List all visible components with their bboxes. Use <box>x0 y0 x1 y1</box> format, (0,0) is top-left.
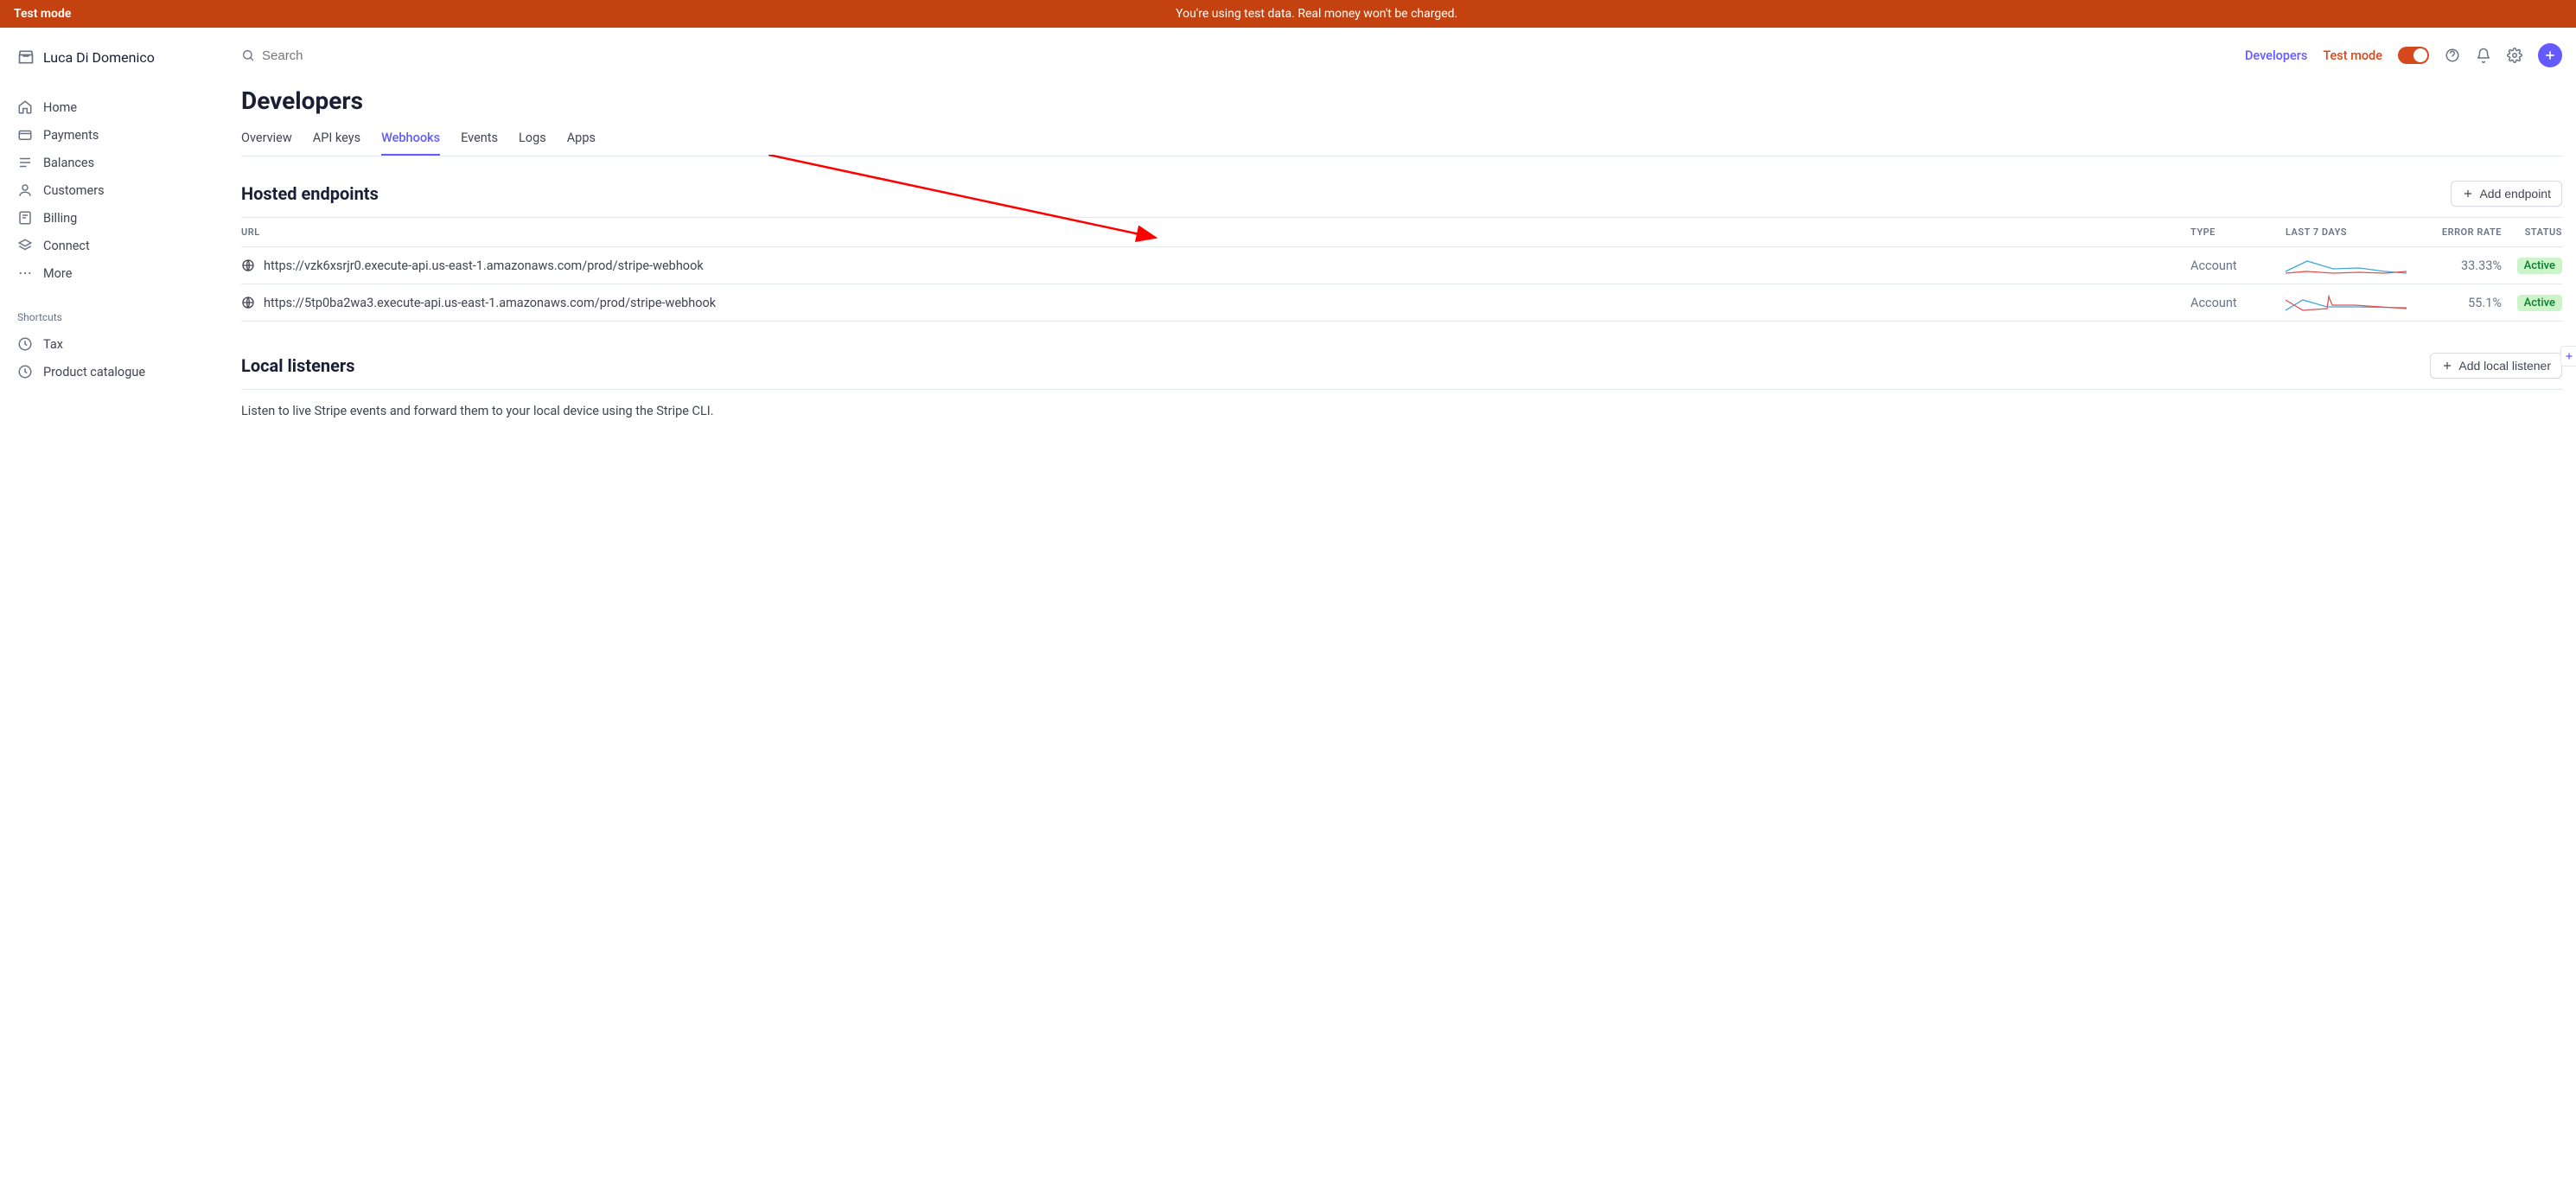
create-button[interactable] <box>2538 43 2562 67</box>
endpoint-url: https://vzk6xsrjr0.execute-api.us-east-1… <box>264 258 704 273</box>
sidebar-item-billing[interactable]: Billing <box>7 204 214 232</box>
banner-left: Test mode <box>14 7 71 21</box>
sidebar-item-payments[interactable]: Payments <box>7 121 214 149</box>
tabs: Overview API keys Webhooks Events Logs A… <box>241 122 2562 156</box>
tab-webhooks[interactable]: Webhooks <box>381 122 440 156</box>
globe-icon <box>241 296 255 309</box>
table-header: URL TYPE LAST 7 DAYS ERROR RATE STATUS <box>241 218 2562 247</box>
globe-icon <box>241 258 255 272</box>
col-status: STATUS <box>2502 226 2562 238</box>
hosted-endpoints-header: Hosted endpoints Add endpoint <box>241 181 2562 207</box>
table-row[interactable]: https://vzk6xsrjr0.execute-api.us-east-1… <box>241 247 2562 284</box>
sidebar-item-connect[interactable]: Connect <box>7 232 214 259</box>
tab-logs[interactable]: Logs <box>519 122 546 156</box>
sidebar-item-label: Tax <box>43 337 63 352</box>
sidebar-shortcut-product-catalogue[interactable]: Product catalogue <box>7 358 214 386</box>
developers-link[interactable]: Developers <box>2245 48 2307 63</box>
plus-icon <box>2462 188 2474 200</box>
sidebar-item-label: Payments <box>43 128 99 143</box>
add-endpoint-button[interactable]: Add endpoint <box>2451 181 2562 207</box>
tab-overview[interactable]: Overview <box>241 122 292 156</box>
sidebar-item-label: More <box>43 266 72 281</box>
home-icon <box>17 99 33 115</box>
sidebar-item-label: Connect <box>43 239 90 253</box>
button-label: Add endpoint <box>2479 187 2551 201</box>
page-title: Developers <box>241 86 2562 115</box>
local-listeners-header: Local listeners Add local listener <box>241 353 2562 379</box>
testmode-label: Test mode <box>2323 48 2382 63</box>
plus-icon <box>2441 360 2453 372</box>
endpoints-table: URL TYPE LAST 7 DAYS ERROR RATE STATUS h… <box>241 217 2562 322</box>
endpoint-type: Account <box>2190 258 2286 273</box>
payments-icon <box>17 127 33 143</box>
endpoint-error-rate: 55.1% <box>2424 296 2502 310</box>
endpoint-url: https://5tp0ba2wa3.execute-api.us-east-1… <box>264 296 716 310</box>
add-local-listener-button[interactable]: Add local listener <box>2430 353 2562 379</box>
side-expand-button[interactable] <box>2560 346 2576 367</box>
shortcuts-heading: Shortcuts <box>7 304 214 330</box>
tab-api-keys[interactable]: API keys <box>313 122 360 156</box>
main-content: Developers Test mode Developers Overview… <box>220 28 2576 439</box>
sidebar-item-label: Product catalogue <box>43 365 145 379</box>
test-mode-banner: Test mode You're using test data. Real m… <box>0 0 2576 28</box>
store-icon <box>17 48 35 66</box>
hosted-endpoints-title: Hosted endpoints <box>241 183 379 204</box>
col-days: LAST 7 DAYS <box>2286 226 2424 238</box>
more-icon <box>17 265 33 281</box>
table-row[interactable]: https://5tp0ba2wa3.execute-api.us-east-1… <box>241 284 2562 322</box>
customers-icon <box>17 182 33 198</box>
clock-icon <box>17 364 33 379</box>
endpoint-error-rate: 33.33% <box>2424 258 2502 273</box>
connect-icon <box>17 238 33 253</box>
banner-center: You're using test data. Real money won't… <box>71 7 2562 21</box>
tab-events[interactable]: Events <box>461 122 498 156</box>
account-name: Luca Di Domenico <box>43 49 155 66</box>
sidebar-item-balances[interactable]: Balances <box>7 149 214 176</box>
sidebar-item-label: Home <box>43 100 77 115</box>
search-icon <box>241 48 255 62</box>
local-listeners-description: Listen to live Stripe events and forward… <box>241 404 2562 418</box>
tab-apps[interactable]: Apps <box>567 122 596 156</box>
endpoint-sparkline <box>2286 293 2424 312</box>
col-err: ERROR RATE <box>2424 226 2502 238</box>
button-label: Add local listener <box>2458 359 2551 373</box>
clock-icon <box>17 336 33 352</box>
endpoint-sparkline <box>2286 256 2424 275</box>
help-icon[interactable] <box>2445 48 2460 63</box>
sidebar-item-more[interactable]: More <box>7 259 214 287</box>
testmode-toggle[interactable] <box>2398 47 2429 64</box>
search-wrap <box>241 48 2231 63</box>
sidebar-item-label: Billing <box>43 211 77 226</box>
endpoint-type: Account <box>2190 296 2286 310</box>
sidebar-item-customers[interactable]: Customers <box>7 176 214 204</box>
sidebar-item-label: Balances <box>43 156 94 170</box>
col-url: URL <box>241 226 2190 238</box>
sidebar-item-label: Customers <box>43 183 105 198</box>
search-input[interactable] <box>262 48 435 63</box>
topbar-right: Developers Test mode <box>2245 43 2562 67</box>
topbar: Developers Test mode <box>241 28 2562 83</box>
billing-icon <box>17 210 33 226</box>
sidebar-shortcut-tax[interactable]: Tax <box>7 330 214 358</box>
settings-icon[interactable] <box>2507 48 2522 63</box>
balances-icon <box>17 155 33 170</box>
status-badge: Active <box>2517 258 2562 274</box>
account-switcher[interactable]: Luca Di Domenico <box>7 41 214 73</box>
sidebar: Luca Di Domenico Home Payments Balances … <box>0 28 220 439</box>
local-listeners-title: Local listeners <box>241 355 355 376</box>
sidebar-item-home[interactable]: Home <box>7 93 214 121</box>
notifications-icon[interactable] <box>2476 48 2491 63</box>
status-badge: Active <box>2517 295 2562 311</box>
col-type: TYPE <box>2190 226 2286 238</box>
